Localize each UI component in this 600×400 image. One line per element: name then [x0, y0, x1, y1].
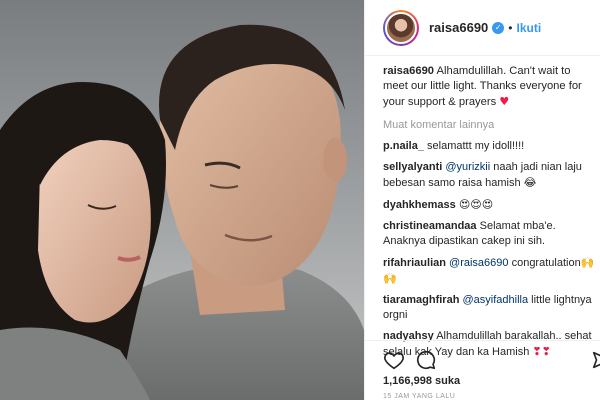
- header-username[interactable]: raisa6690: [429, 20, 488, 35]
- comment-username[interactable]: dyahkhemass: [383, 199, 456, 211]
- comment-item: p.naila_ selamattt my idoll!!!!: [383, 139, 597, 154]
- post-details-panel: raisa6690 ✓ • Ikuti raisa6690 Alhamdulil…: [364, 0, 600, 400]
- post-header: raisa6690 ✓ • Ikuti: [365, 0, 600, 56]
- avatar[interactable]: [383, 9, 419, 46]
- post-photo[interactable]: [0, 0, 364, 400]
- post-timestamp: 15 JAM YANG LALU: [383, 393, 456, 400]
- comments-list: raisa6690 Alhamdulillah. Can't wait to m…: [383, 64, 597, 366]
- comment-username[interactable]: p.naila_: [383, 140, 424, 152]
- comment-emoji: 😂: [523, 176, 537, 189]
- caption-heart-emoji: ♥: [499, 95, 510, 108]
- comment-mention[interactable]: @asyifadhilla: [462, 294, 528, 306]
- likes-count[interactable]: 1,166,998 suka: [383, 375, 460, 387]
- comment-mention[interactable]: @raisa6690: [449, 257, 508, 269]
- comment-item: dyahkhemass 😍😍😍: [383, 197, 597, 213]
- comment-bubble-icon[interactable]: [415, 349, 437, 371]
- comment-item: tiaramaghfirah @asyifadhilla little ligh…: [383, 293, 597, 323]
- comment-username[interactable]: tiaramaghfirah: [383, 294, 459, 306]
- post-actions: 1,166,998 suka 15 JAM YANG LALU: [365, 340, 600, 400]
- comment-mention[interactable]: @yurizkii: [445, 161, 490, 173]
- verified-badge-icon: ✓: [492, 21, 505, 34]
- heart-outline-icon[interactable]: [383, 349, 405, 371]
- avatar-image: [385, 11, 417, 44]
- separator-dot: •: [508, 20, 513, 35]
- load-more-comments-link[interactable]: Muat komentar lainnya: [383, 119, 597, 131]
- post-caption: raisa6690 Alhamdulillah. Can't wait to m…: [383, 64, 597, 110]
- follow-button[interactable]: Ikuti: [516, 21, 541, 35]
- couple-photo-illustration: [0, 0, 364, 400]
- comment-username[interactable]: sellyalyanti: [383, 161, 442, 173]
- comment-username[interactable]: rifahriaulian: [383, 257, 446, 269]
- comment-item: sellyalyanti @yurizkii naah jadi nian la…: [383, 160, 597, 191]
- comment-username[interactable]: christineamandaa: [383, 220, 477, 232]
- likes-label: 1,166,998 suka: [383, 375, 461, 387]
- comment-text: congratulation: [511, 257, 581, 269]
- comment-item: rifahriaulian @raisa6690 congratulation🙌…: [383, 255, 597, 287]
- comment-text: selamattt my idoll!!!!: [427, 140, 525, 152]
- caption-username[interactable]: raisa6690: [383, 65, 434, 77]
- share-icon[interactable]: [591, 349, 600, 371]
- comment-emoji: 😍😍😍: [458, 198, 494, 211]
- comment-item: christineamandaa Selamat mba'e. Anaknya …: [383, 219, 597, 249]
